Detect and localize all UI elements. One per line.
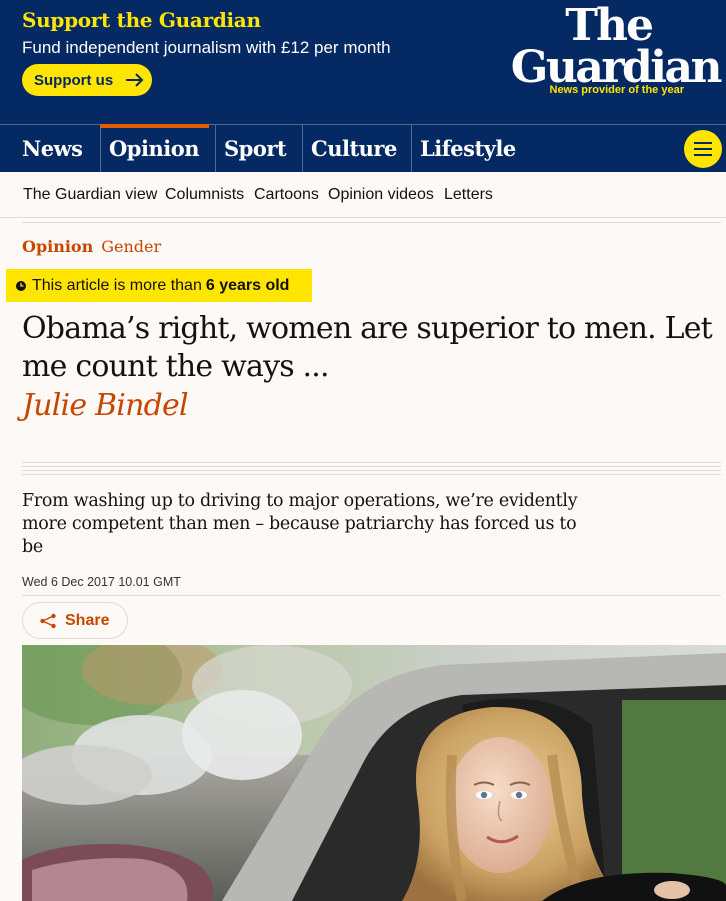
subnav-item-letters[interactable]: Letters xyxy=(444,186,493,204)
subnav-item-opinion-videos[interactable]: Opinion videos xyxy=(328,186,434,204)
age-prefix: This article is more than xyxy=(32,276,202,294)
article-standfirst: From washing up to driving to major oper… xyxy=(22,491,578,557)
nav-item-opinion[interactable]: Opinion xyxy=(100,124,209,172)
subnav-item-cartoons[interactable]: Cartoons xyxy=(254,186,319,204)
clock-icon xyxy=(16,280,26,291)
divider xyxy=(22,222,721,226)
share-icon xyxy=(40,613,56,628)
masthead: Support the Guardian Fund independent jo… xyxy=(0,0,726,124)
hamburger-icon[interactable] xyxy=(684,130,722,168)
article-kicker: Opinion Gender xyxy=(22,237,161,256)
tag-label[interactable]: Gender xyxy=(101,237,161,256)
nav-item-news[interactable]: News xyxy=(14,125,92,172)
article-byline[interactable]: Julie Bindel xyxy=(22,388,189,423)
divider-lines xyxy=(22,462,721,478)
share-label: Share xyxy=(65,611,110,629)
subnav-item-guardian-view[interactable]: The Guardian view xyxy=(23,186,157,204)
section-label[interactable]: Opinion xyxy=(22,237,93,256)
share-button[interactable]: Share xyxy=(22,602,128,639)
nav-label: Culture xyxy=(311,136,397,161)
article-age-warning: This article is more than 6 years old xyxy=(6,269,312,302)
support-button-label: Support us xyxy=(34,71,114,89)
age-value: 6 years old xyxy=(205,276,290,294)
nav-item-culture[interactable]: Culture xyxy=(302,125,407,172)
article-dateline: Wed 6 Dec 2017 10.01 GMT xyxy=(22,575,181,589)
nav-label: Sport xyxy=(224,136,287,161)
logo-tagline: News provider of the year xyxy=(549,84,685,96)
arrow-right-icon xyxy=(125,73,145,87)
article-main-image xyxy=(22,645,726,901)
support-title: Support the Guardian xyxy=(22,8,261,32)
nav-label: Opinion xyxy=(109,136,199,161)
logo-the: The xyxy=(565,0,654,51)
primary-nav: News Opinion Sport Culture Lifestyle xyxy=(0,124,726,172)
support-us-button[interactable]: Support us xyxy=(22,64,152,96)
divider xyxy=(22,595,721,596)
nav-item-sport[interactable]: Sport xyxy=(215,125,296,172)
nav-label: News xyxy=(22,136,83,161)
guardian-logo[interactable]: The Guardian xyxy=(492,0,723,90)
subnav-item-columnists[interactable]: Columnists xyxy=(165,186,244,204)
sub-nav: The Guardian view Columnists Cartoons Op… xyxy=(0,172,726,218)
article-headline: Obama’s right, women are superior to men… xyxy=(22,311,713,384)
support-subtitle: Fund independent journalism with £12 per… xyxy=(22,38,391,57)
nav-item-lifestyle[interactable]: Lifestyle xyxy=(411,125,526,172)
nav-label: Lifestyle xyxy=(420,136,516,161)
